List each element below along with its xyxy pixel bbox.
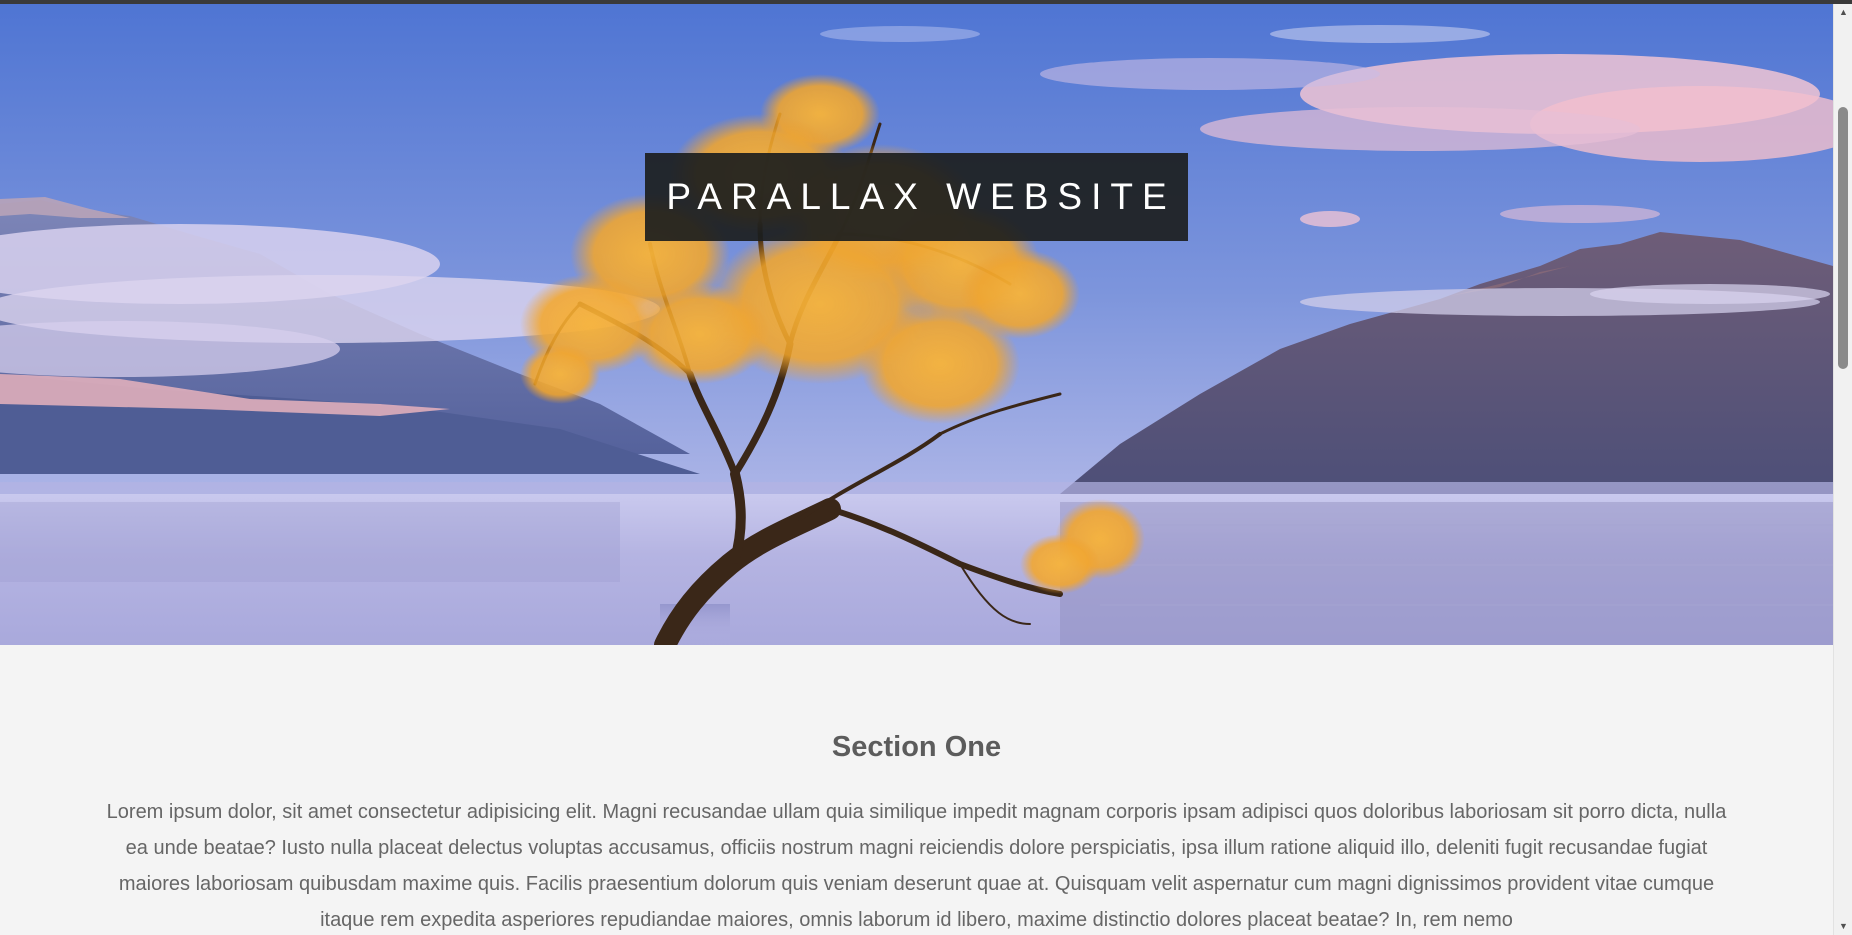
hero-title: PARALLAX WEBSITE bbox=[666, 176, 1176, 217]
section-one: Section One Lorem ipsum dolor, sit amet … bbox=[0, 645, 1833, 935]
scrollbar-thumb[interactable] bbox=[1838, 107, 1848, 369]
hero-title-box: PARALLAX WEBSITE bbox=[645, 153, 1188, 241]
scroll-down-arrow-icon[interactable]: ▼ bbox=[1834, 918, 1852, 935]
hero-banner: PARALLAX WEBSITE bbox=[0, 4, 1833, 645]
page-viewport[interactable]: PARALLAX WEBSITE Section One Lorem ipsum… bbox=[0, 4, 1833, 935]
scroll-up-arrow-icon[interactable]: ▲ bbox=[1834, 4, 1852, 21]
section-paragraph: Lorem ipsum dolor, sit amet consectetur … bbox=[106, 801, 1727, 931]
section-heading: Section One bbox=[831, 731, 1002, 763]
hero-background-image bbox=[0, 4, 1833, 645]
vertical-scrollbar[interactable]: ▲ ▼ bbox=[1833, 4, 1852, 935]
